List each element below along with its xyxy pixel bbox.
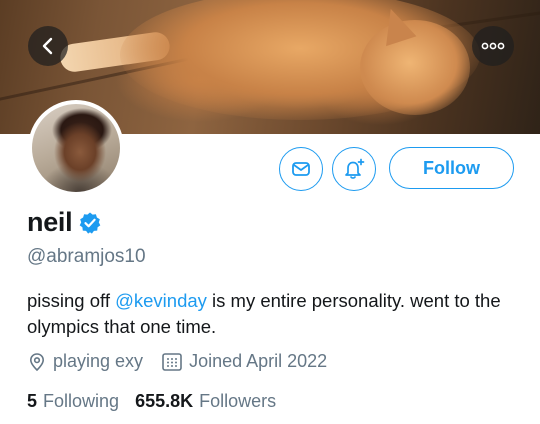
followers-label: Followers: [199, 391, 277, 411]
calendar-icon: [162, 352, 182, 371]
avatar[interactable]: [28, 100, 124, 196]
following-link[interactable]: 5 Following: [27, 391, 119, 412]
more-dots-icon: [481, 42, 505, 50]
location-item: playing exy: [27, 351, 143, 372]
display-name: neil: [27, 207, 73, 237]
joined-item: Joined April 2022: [161, 351, 327, 372]
envelope-icon: [292, 162, 310, 176]
bell-plus-icon: [345, 158, 365, 179]
joined-text: Joined April 2022: [189, 351, 328, 371]
following-count: 5: [27, 391, 38, 411]
bio: pissing off @kevinday is my entire perso…: [27, 288, 517, 340]
message-button[interactable]: [279, 147, 323, 191]
notify-button[interactable]: [332, 147, 376, 191]
more-options-button[interactable]: [472, 26, 514, 66]
profile-stats: 5 Following 655.8K Followers: [27, 391, 276, 412]
location-pin-icon: [29, 352, 45, 371]
name-row: neil: [27, 207, 102, 238]
chevron-left-icon: [42, 37, 53, 55]
followers-count: 655.8K: [135, 391, 194, 411]
following-label: Following: [43, 391, 120, 411]
profile-meta: playing exy Joined April 2022: [27, 351, 327, 372]
verified-badge-icon[interactable]: [78, 211, 102, 235]
handle: @abramjos10: [27, 246, 146, 267]
followers-link[interactable]: 655.8K Followers: [135, 391, 276, 412]
follow-button[interactable]: Follow: [389, 147, 514, 189]
bio-mention-link[interactable]: @kevinday: [115, 290, 207, 311]
back-button[interactable]: [28, 26, 68, 66]
bio-text-start: pissing off: [27, 290, 116, 311]
location-text: playing exy: [53, 351, 144, 371]
